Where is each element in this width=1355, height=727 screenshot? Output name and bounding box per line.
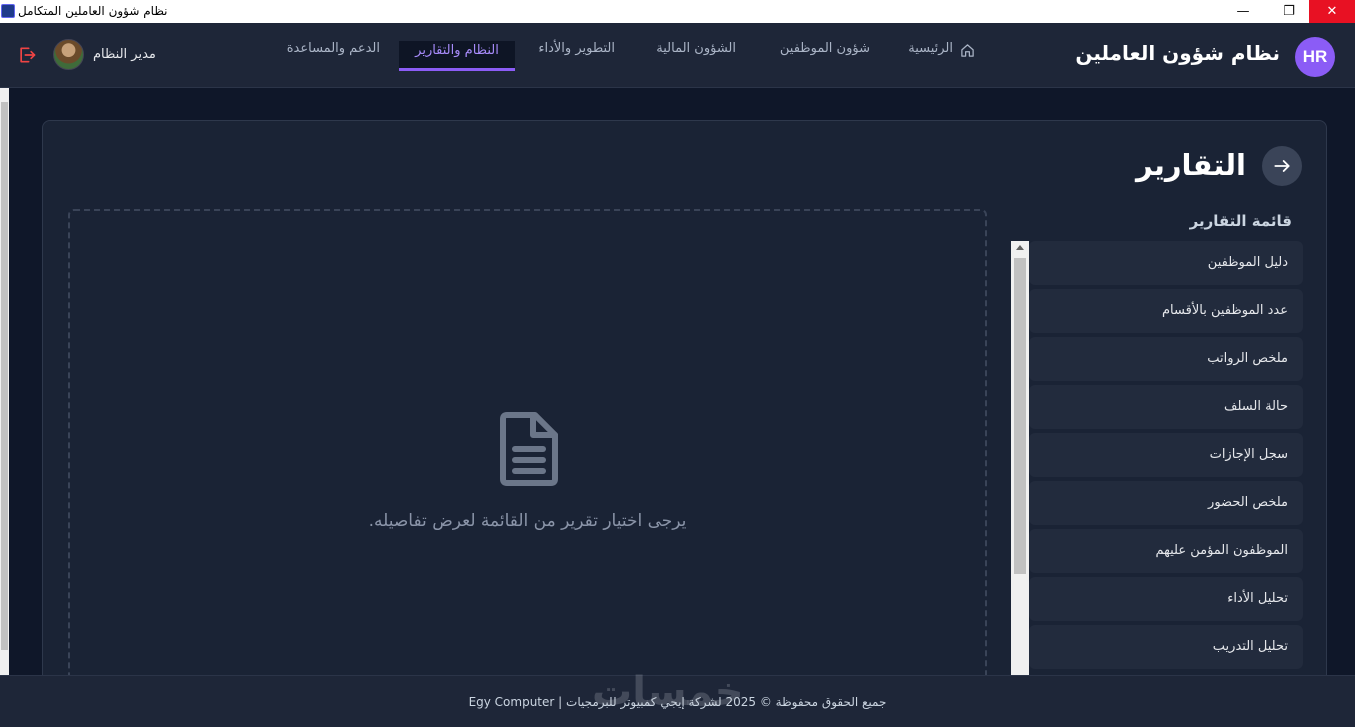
document-icon (500, 412, 558, 486)
report-item[interactable]: تحليل الأداء (1029, 577, 1303, 621)
maximize-button[interactable]: ❐ (1266, 0, 1312, 23)
home-icon (961, 44, 974, 57)
report-item[interactable]: عدد الموظفين بالأقسام (1029, 289, 1303, 333)
page-scrollbar-thumb[interactable] (1, 102, 8, 650)
back-button[interactable] (1262, 146, 1302, 186)
nav-support-label: الدعم والمساعدة (286, 41, 380, 56)
top-navbar: HR نظام شؤون العاملين الرئيسية شؤون المو… (0, 23, 1355, 88)
nav-home-label: الرئيسية (908, 41, 953, 56)
nav-development-label: التطوير والأداء (538, 41, 615, 56)
page-scrollbar[interactable] (0, 88, 9, 675)
report-item[interactable]: الموظفون المؤمن عليهم (1029, 529, 1303, 573)
report-list-heading: قائمة التقارير (1189, 212, 1292, 230)
report-list-scrollbar[interactable] (1011, 241, 1029, 699)
avatar[interactable] (53, 39, 84, 70)
close-button[interactable]: ✕ (1309, 0, 1355, 23)
nav-home[interactable]: الرئيسية (908, 41, 975, 71)
nav-system-reports-label: النظام والتقارير (415, 43, 499, 58)
footer: جميع الحقوق محفوظة © 2025 لشركة إيجي كمب… (0, 675, 1355, 727)
window-titlebar: نظام شؤون العاملين المتكامل — ❐ ✕ (0, 0, 1355, 23)
report-item[interactable]: تحليل التدريب (1029, 625, 1303, 669)
scroll-up-arrow[interactable] (1016, 245, 1024, 250)
report-item[interactable]: دليل الموظفين (1029, 241, 1303, 285)
nav-system-reports[interactable]: النظام والتقارير (399, 41, 515, 71)
app-icon (1, 4, 15, 18)
user-name[interactable]: مدير النظام (93, 47, 156, 62)
nav-employees[interactable]: شؤون الموظفين (780, 41, 870, 71)
report-list: دليل الموظفين عدد الموظفين بالأقسام ملخص… (1029, 241, 1303, 673)
logout-icon[interactable] (17, 45, 37, 65)
empty-state-message: يرجى اختيار تقرير من القائمة لعرض تفاصيل… (368, 511, 687, 531)
report-item[interactable]: حالة السلف (1029, 385, 1303, 429)
arrow-right-icon (1274, 160, 1290, 172)
reports-card: التقارير قائمة التقارير دليل الموظفين عد… (42, 120, 1327, 700)
report-details-panel: يرجى اختيار تقرير من القائمة لعرض تفاصيل… (68, 209, 987, 699)
nav-development[interactable]: التطوير والأداء (538, 41, 615, 71)
footer-copyright: جميع الحقوق محفوظة © 2025 لشركة إيجي كمب… (468, 695, 887, 709)
report-item[interactable]: ملخص الحضور (1029, 481, 1303, 525)
brand-title: نظام شؤون العاملين (1075, 41, 1280, 65)
brand-badge: HR (1295, 37, 1335, 77)
nav-employees-label: شؤون الموظفين (779, 41, 870, 56)
minimize-button[interactable]: — (1220, 0, 1266, 23)
nav-finance[interactable]: الشؤون المالية (656, 41, 736, 71)
page-title: التقارير (1135, 148, 1246, 182)
nav-finance-label: الشؤون المالية (656, 41, 736, 56)
report-item[interactable]: ملخص الرواتب (1029, 337, 1303, 381)
report-list-scrollbar-thumb[interactable] (1014, 258, 1026, 574)
nav-support[interactable]: الدعم والمساعدة (287, 41, 380, 71)
report-item[interactable]: سجل الإجازات (1029, 433, 1303, 477)
window-title: نظام شؤون العاملين المتكامل (18, 4, 168, 18)
